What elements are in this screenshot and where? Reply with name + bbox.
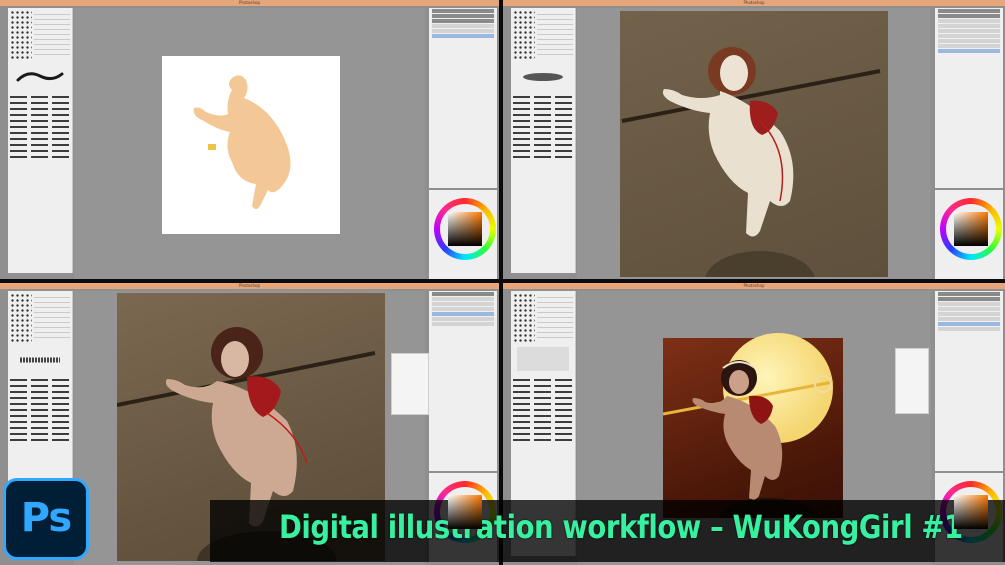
brush-stroke-preview xyxy=(16,72,64,82)
window-title: Photoshop xyxy=(743,0,765,5)
window-titlebar: Photoshop xyxy=(0,0,499,6)
brush-presets-grid[interactable] xyxy=(10,379,70,441)
tool-panel xyxy=(511,8,576,273)
figure-final xyxy=(663,360,834,518)
color-panel xyxy=(935,190,1003,279)
color-saturation-square[interactable] xyxy=(448,212,482,246)
tools-grid[interactable] xyxy=(513,293,535,343)
brush-presets-grid[interactable] xyxy=(513,379,573,441)
tool-properties[interactable] xyxy=(34,10,70,58)
window-titlebar: Photoshop xyxy=(503,283,1005,289)
properties-dialog[interactable] xyxy=(895,348,929,414)
tool-properties[interactable] xyxy=(34,293,70,341)
window-title: Photoshop xyxy=(743,283,765,288)
properties-dialog[interactable] xyxy=(391,353,429,415)
artboard-final[interactable] xyxy=(663,333,843,518)
logo-text: Ps xyxy=(20,495,72,541)
window-titlebar: Photoshop xyxy=(0,283,499,289)
tool-properties[interactable] xyxy=(537,10,573,58)
window-titlebar: Photoshop xyxy=(503,0,1005,6)
tools-grid[interactable] xyxy=(10,10,32,60)
layers-panel xyxy=(429,291,497,471)
layers-panel xyxy=(935,291,1003,471)
artboard-sketch[interactable] xyxy=(162,56,340,234)
brush-presets-grid[interactable] xyxy=(513,96,573,158)
tool-panel xyxy=(8,8,73,273)
artboard-lineart[interactable] xyxy=(620,11,888,277)
color-saturation-square[interactable] xyxy=(448,495,482,529)
tool-properties[interactable] xyxy=(537,293,573,341)
brush-stroke-preview xyxy=(523,73,563,81)
photoshop-logo-icon: Ps xyxy=(3,478,89,560)
tools-grid[interactable] xyxy=(10,293,32,343)
layers-panel xyxy=(935,8,1003,188)
color-panel xyxy=(429,190,497,279)
brush-stroke-preview xyxy=(517,347,569,371)
caption-title: Digital illustration workflow – WuKongGi… xyxy=(279,508,963,546)
tools-grid[interactable] xyxy=(513,10,535,60)
color-saturation-square[interactable] xyxy=(954,495,988,529)
brush-presets-grid[interactable] xyxy=(10,96,70,158)
figure-lineart xyxy=(621,47,881,277)
grid-divider-horizontal xyxy=(0,279,1005,283)
window-title: Photoshop xyxy=(238,0,261,5)
color-saturation-square[interactable] xyxy=(954,212,988,246)
layers-panel xyxy=(429,8,497,188)
brush-stroke-preview xyxy=(20,357,60,363)
window-title: Photoshop xyxy=(238,283,261,288)
silhouette-figure xyxy=(193,75,291,209)
